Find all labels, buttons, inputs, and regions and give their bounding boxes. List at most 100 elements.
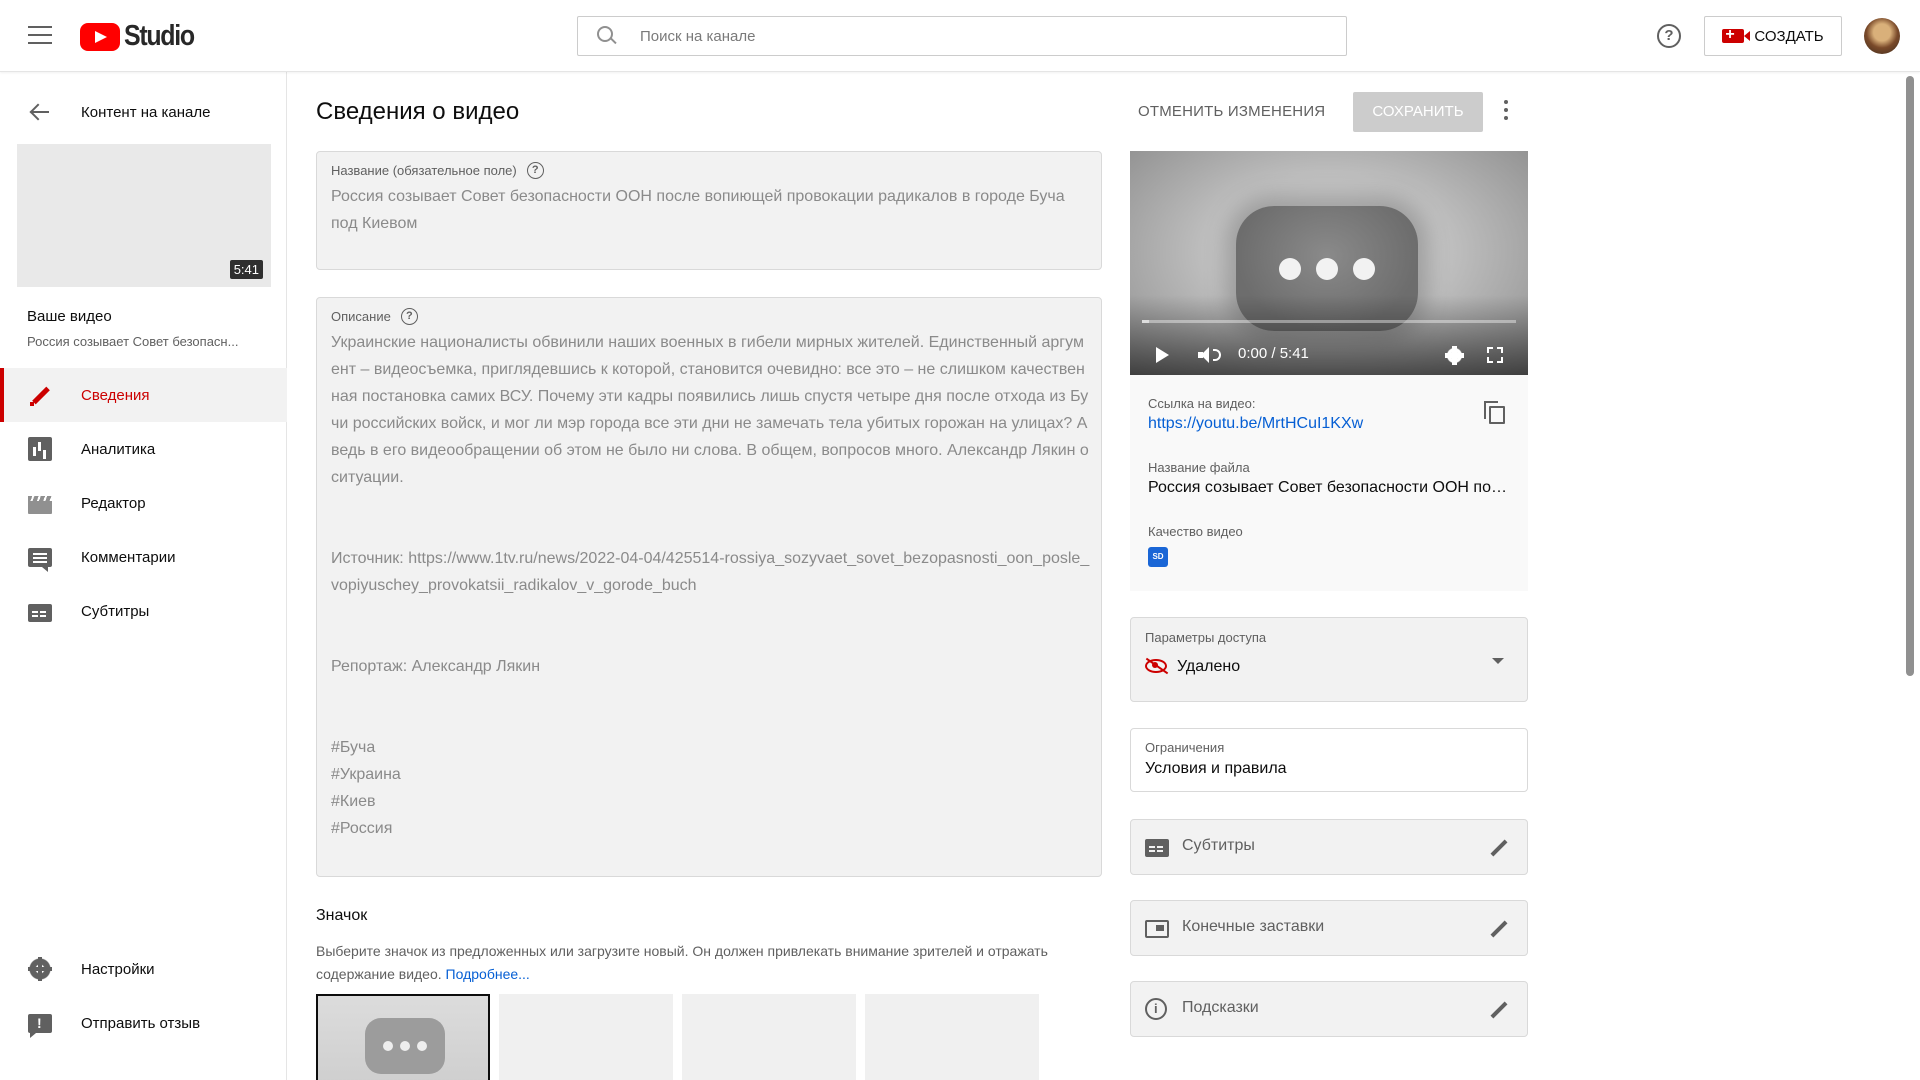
studio-logo[interactable]: Studio: [80, 20, 205, 53]
top-header: Studio ? СОЗДАТЬ: [0, 0, 1920, 72]
save-button[interactable]: СОХРАНИТЬ: [1353, 92, 1483, 132]
fullscreen-icon[interactable]: [1487, 347, 1503, 363]
edit-pencil-icon[interactable]: [1487, 917, 1511, 941]
copy-icon[interactable]: [1484, 401, 1505, 424]
subtitles-label: Субтитры: [1182, 837, 1255, 854]
back-to-content-button[interactable]: Контент на канале: [0, 96, 287, 128]
edit-pencil-icon[interactable]: [1487, 836, 1511, 860]
sidebar-item-settings[interactable]: Настройки: [0, 942, 287, 996]
video-title-short: Россия созывает Совет безопасн...: [27, 334, 239, 349]
end-screen-icon: [1145, 920, 1169, 938]
title-input[interactable]: Россия созывает Совет безопасности ООН п…: [331, 183, 1091, 237]
eye-off-icon: [1145, 659, 1167, 673]
subtitles-card[interactable]: Субтитры: [1130, 819, 1528, 875]
sidebar: Контент на канале 5:41 Ваше видео Россия…: [0, 72, 287, 1080]
video-info-card: Ссылка на видео: https://youtu.be/MrtHCu…: [1130, 375, 1528, 591]
info-icon: [1145, 998, 1167, 1020]
thumbnail-option-1[interactable]: [316, 994, 490, 1080]
editor-icon: [28, 495, 52, 514]
restrictions-value: Условия и правила: [1145, 760, 1287, 777]
video-link-label: Ссылка на видео:: [1148, 396, 1256, 411]
thumbnail-option-4[interactable]: [865, 994, 1039, 1080]
settings-gear-icon[interactable]: [1445, 346, 1464, 365]
help-icon[interactable]: ?: [526, 162, 544, 179]
restrictions-label: Ограничения: [1145, 740, 1225, 755]
sidebar-item-comments[interactable]: Комментарии: [0, 530, 287, 584]
restrictions-field[interactable]: Ограничения Условия и правила: [1130, 728, 1528, 792]
cards-label: Подсказки: [1182, 999, 1259, 1016]
learn-more-link[interactable]: Подробнее...: [446, 966, 530, 982]
description-field-label: Описание ?: [331, 308, 418, 325]
scrollbar[interactable]: [1906, 76, 1914, 676]
player-time: 0:00 / 5:41: [1238, 345, 1309, 362]
sidebar-item-analytics[interactable]: Аналитика: [0, 422, 287, 476]
create-button[interactable]: СОЗДАТЬ: [1704, 16, 1842, 56]
sidebar-nav: Сведения Аналитика Редактор Комментарии …: [0, 368, 287, 638]
subtitles-icon: [1145, 839, 1169, 857]
sidebar-item-label: Аналитика: [81, 440, 156, 458]
analytics-icon: [28, 437, 52, 461]
video-player[interactable]: 0:00 / 5:41: [1130, 151, 1528, 375]
sidebar-bottom-nav: Настройки Отправить отзыв: [0, 942, 287, 1050]
youtube-play-icon: [80, 22, 120, 51]
logo-text: Studio: [124, 20, 195, 52]
title-field[interactable]: Название (обязательное поле) ? Россия со…: [316, 151, 1102, 270]
avatar[interactable]: [1864, 18, 1900, 54]
comments-icon: [28, 547, 52, 572]
sidebar-item-label: Сведения: [81, 386, 150, 404]
sidebar-item-label: Субтитры: [81, 602, 150, 620]
thumbnail-placeholder-icon: [365, 1018, 445, 1074]
title-label-text: Название (обязательное поле): [331, 163, 517, 178]
video-link[interactable]: https://youtu.be/MrtHCuI1KXw: [1148, 415, 1363, 433]
thumbnail-description-text: Выберите значок из предложенных или загр…: [316, 943, 1048, 982]
sidebar-item-label: Отправить отзыв: [81, 1014, 201, 1032]
create-label: СОЗДАТЬ: [1754, 27, 1824, 45]
sidebar-item-feedback[interactable]: Отправить отзыв: [0, 996, 287, 1050]
thumbnail-option-2[interactable]: [499, 994, 673, 1080]
edit-pencil-icon[interactable]: [1487, 998, 1511, 1022]
quality-label: Качество видео: [1148, 524, 1243, 539]
menu-icon[interactable]: [28, 26, 52, 46]
visibility-dropdown[interactable]: Параметры доступа Удалено: [1130, 617, 1528, 702]
search-input[interactable]: [640, 27, 1320, 45]
thumbnail-section-title: Значок: [316, 907, 368, 924]
end-screens-label: Конечные заставки: [1182, 918, 1325, 935]
subtitles-icon: [28, 603, 52, 622]
search-icon: [596, 25, 618, 47]
more-options-icon[interactable]: [1502, 100, 1510, 124]
undo-changes-button[interactable]: ОТМЕНИТЬ ИЗМЕНЕНИЯ: [1138, 92, 1325, 132]
search-box[interactable]: [577, 16, 1347, 56]
video-thumbnail[interactable]: 5:41: [17, 144, 271, 287]
sidebar-item-label: Комментарии: [81, 548, 176, 566]
pencil-icon: [28, 383, 52, 407]
create-video-icon: [1722, 26, 1751, 44]
play-icon[interactable]: [1156, 347, 1169, 363]
thumbnail-description: Выберите значок из предложенных или загр…: [316, 940, 1106, 986]
cards-card[interactable]: Подсказки: [1130, 981, 1528, 1037]
page-title: Сведения о видео: [316, 98, 520, 125]
feedback-icon: [28, 1013, 52, 1038]
sidebar-item-details[interactable]: Сведения: [0, 368, 287, 422]
chevron-down-icon: [1492, 658, 1504, 664]
progress-bar[interactable]: [1142, 320, 1516, 323]
sidebar-item-subtitles[interactable]: Субтитры: [0, 584, 287, 638]
visibility-value: Удалено: [1177, 658, 1241, 675]
visibility-label: Параметры доступа: [1145, 630, 1267, 645]
help-icon[interactable]: ?: [400, 308, 418, 325]
sd-quality-icon: SD: [1148, 547, 1168, 567]
gear-icon: [28, 957, 52, 981]
sidebar-item-label: Редактор: [81, 494, 146, 512]
back-label: Контент на канале: [81, 103, 211, 121]
sidebar-item-editor[interactable]: Редактор: [0, 476, 287, 530]
description-input[interactable]: Украинские националисты обвинили наших в…: [331, 329, 1091, 842]
end-screens-card[interactable]: Конечные заставки: [1130, 900, 1528, 956]
description-field[interactable]: Описание ? Украинские националисты обвин…: [316, 297, 1102, 877]
help-icon[interactable]: ?: [1657, 24, 1681, 48]
thumbnail-option-3[interactable]: [682, 994, 856, 1080]
file-name-label: Название файла: [1148, 460, 1250, 475]
progress-fill: [1142, 320, 1150, 323]
file-name: Россия созывает Совет безопасности ООН п…: [1148, 479, 1508, 496]
your-video-label: Ваше видео: [27, 308, 112, 325]
title-field-label: Название (обязательное поле) ?: [331, 162, 544, 179]
sidebar-item-label: Настройки: [81, 960, 155, 978]
